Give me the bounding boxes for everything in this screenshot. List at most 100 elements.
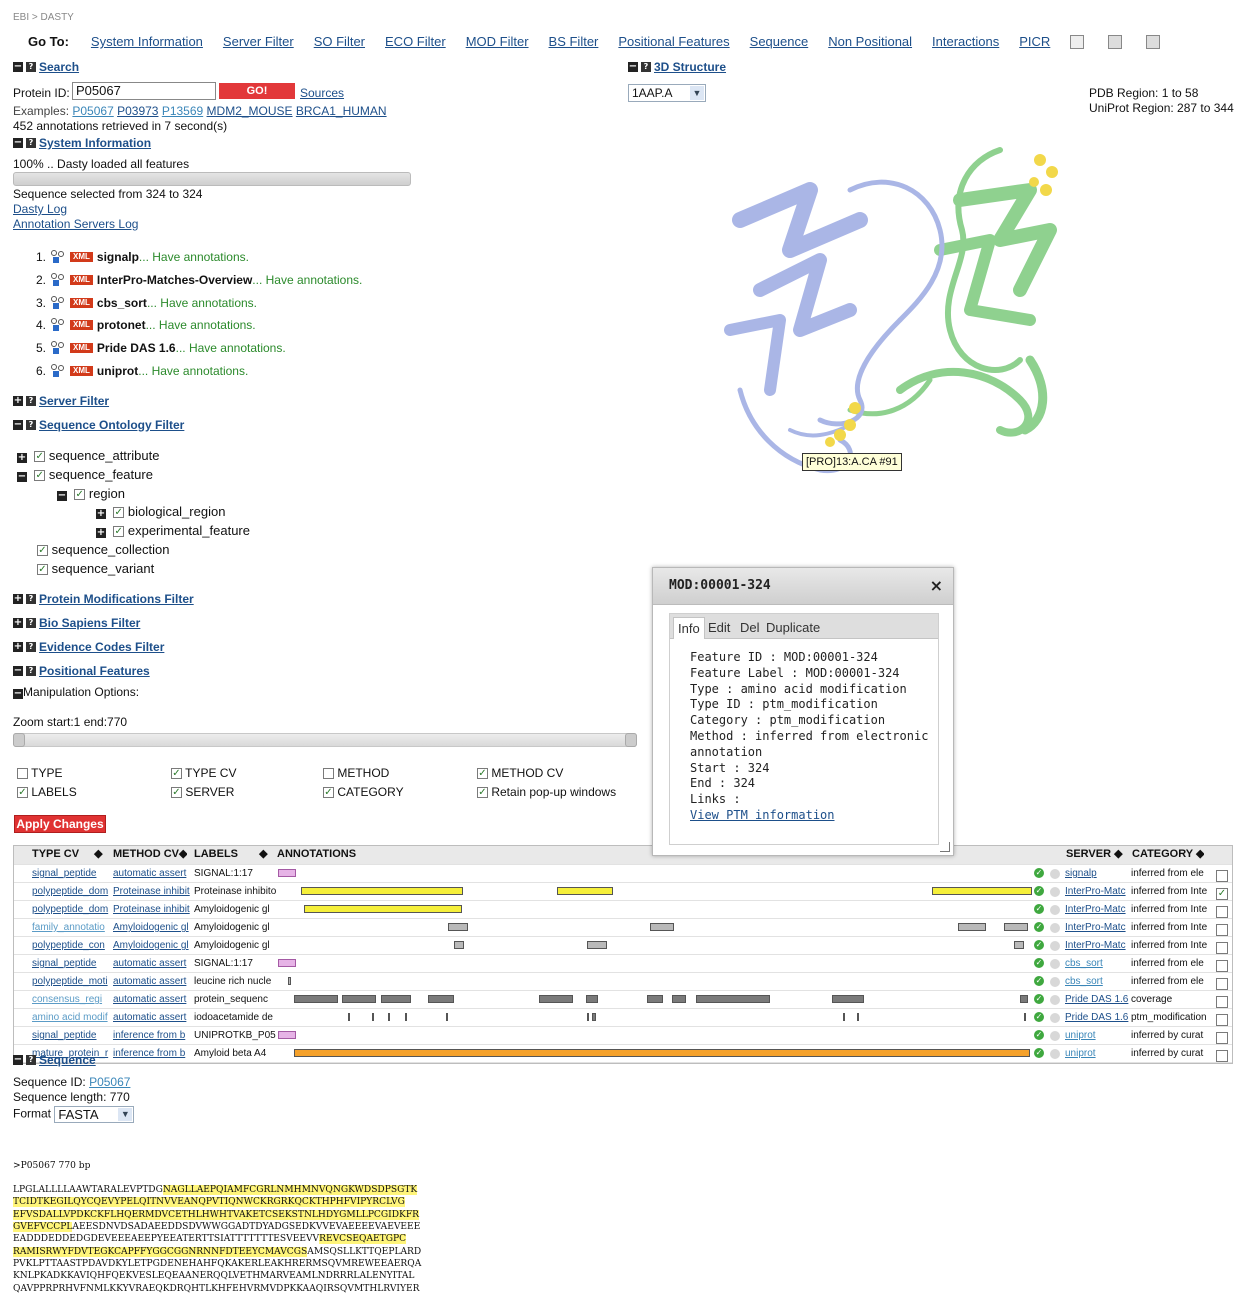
server-cell[interactable]: cbs_sort	[1065, 973, 1129, 990]
option-type[interactable]: TYPE	[17, 766, 62, 780]
info-icon[interactable]	[1050, 1048, 1060, 1059]
nav-positional-features[interactable]: Positional Features	[618, 34, 729, 49]
feature-bar[interactable]	[696, 995, 770, 1003]
feature-bar[interactable]	[381, 995, 411, 1003]
collapse-icon[interactable]: −	[13, 138, 23, 148]
check-icon[interactable]: ✓	[1034, 1048, 1044, 1059]
tab-info[interactable]: Info	[673, 617, 705, 639]
collapse-icon[interactable]: −	[13, 62, 23, 72]
source-item[interactable]: 6. XML uniprot... Have annotations.	[36, 364, 248, 378]
method-cv-cell[interactable]: inference from b	[113, 1027, 193, 1044]
check-icon[interactable]: ✓	[1034, 886, 1044, 897]
so-tree-item[interactable]: − ✓ region	[57, 486, 125, 501]
type-cv-cell[interactable]: signal_peptide	[32, 1027, 112, 1044]
chevron-down-icon[interactable]: ▼	[690, 86, 704, 100]
feature-bar[interactable]	[342, 995, 376, 1003]
check-icon[interactable]: ✓	[1034, 922, 1044, 933]
expand-icon[interactable]: +	[13, 642, 23, 652]
feature-bar[interactable]	[1020, 995, 1028, 1003]
collapse-icon[interactable]: −	[57, 491, 67, 501]
biosapiens-filter-title[interactable]: Bio Sapiens Filter	[39, 616, 140, 630]
server-cell[interactable]: Pride DAS 1.6	[1065, 991, 1129, 1008]
tab-duplicate[interactable]: Duplicate	[766, 617, 820, 638]
close-icon[interactable]: ×	[930, 568, 943, 604]
feature-bar[interactable]	[278, 959, 296, 967]
xml-badge[interactable]: XML	[70, 366, 93, 376]
option-server[interactable]: ✓ SERVER	[171, 785, 234, 799]
so-tree-item[interactable]: + ✓ experimental_feature	[96, 523, 250, 538]
checkbox[interactable]: ✓	[477, 768, 488, 780]
window-icon[interactable]	[1108, 34, 1123, 49]
server-cell[interactable]: Pride DAS 1.6	[1065, 1009, 1129, 1026]
xml-badge[interactable]: XML	[70, 343, 93, 353]
checkbox[interactable]: ✓	[477, 787, 488, 799]
feature-bar[interactable]	[405, 1013, 407, 1021]
checkbox[interactable]: ✓	[37, 545, 48, 557]
feature-bar[interactable]	[454, 941, 464, 949]
row-checkbox[interactable]	[1216, 1048, 1228, 1065]
header-annotations[interactable]: ANNOTATIONS	[277, 846, 356, 863]
network-icon[interactable]	[50, 273, 66, 287]
source-item[interactable]: 4. XML protonet... Have annotations.	[36, 318, 256, 332]
feature-bar[interactable]	[348, 1013, 350, 1021]
xml-badge[interactable]: XML	[70, 320, 93, 330]
info-icon[interactable]	[1050, 868, 1060, 879]
evidence-filter-title[interactable]: Evidence Codes Filter	[39, 640, 164, 654]
popup-header[interactable]: MOD:00001-324 ×	[653, 568, 953, 605]
collapse-icon[interactable]: −	[13, 689, 23, 699]
type-cv-cell[interactable]: polypeptide_dom	[32, 901, 112, 918]
feature-bar[interactable]	[1024, 1013, 1026, 1021]
method-cv-cell[interactable]: Proteinase inhibit	[113, 883, 193, 900]
checkbox[interactable]: ✓	[17, 787, 28, 799]
help-icon[interactable]: ?	[26, 594, 36, 604]
check-icon[interactable]: ✓	[1034, 868, 1044, 879]
network-icon[interactable]	[50, 364, 66, 378]
check-icon[interactable]: ✓	[1034, 904, 1044, 915]
feature-bar[interactable]	[592, 1013, 596, 1021]
view-ptm-link[interactable]: View PTM information	[690, 808, 835, 822]
feature-bar[interactable]	[587, 941, 607, 949]
checkbox[interactable]: ✓	[113, 526, 125, 538]
collapse-icon[interactable]: −	[13, 666, 23, 676]
feature-bar[interactable]	[448, 923, 468, 931]
server-cell[interactable]: InterPro-Matc	[1065, 937, 1129, 954]
nav-mod-filter[interactable]: MOD Filter	[466, 34, 529, 49]
nav-system-information[interactable]: System Information	[91, 34, 203, 49]
method-cv-cell[interactable]: automatic assert	[113, 865, 193, 882]
type-cv-cell[interactable]: polypeptide_moti	[32, 973, 112, 990]
server-cell[interactable]: InterPro-Matc	[1065, 901, 1129, 918]
collapse-icon[interactable]: −	[628, 62, 638, 72]
header-method-cv[interactable]: METHOD CV◆	[113, 846, 187, 863]
protein-structure-view[interactable]	[700, 130, 1080, 490]
checkbox[interactable]: ✓	[171, 768, 182, 780]
server-cell[interactable]: cbs_sort	[1065, 955, 1129, 972]
chevron-down-icon[interactable]: ▼	[118, 1108, 133, 1121]
nav-picr[interactable]: PICR	[1019, 34, 1050, 49]
feature-bar[interactable]	[278, 869, 296, 877]
feature-bar[interactable]	[650, 923, 674, 931]
checkbox[interactable]: ✓	[37, 564, 48, 576]
nav-sequence[interactable]: Sequence	[750, 34, 809, 49]
feature-bar[interactable]	[372, 1013, 374, 1021]
network-icon[interactable]	[50, 250, 66, 264]
sequence-title[interactable]: Sequence	[39, 1053, 96, 1067]
check-icon[interactable]: ✓	[1034, 994, 1044, 1005]
server-cell[interactable]: signalp	[1065, 865, 1129, 882]
method-cv-cell[interactable]: inference from b	[113, 1045, 193, 1062]
feature-bar[interactable]	[278, 1031, 296, 1039]
nav-interactions[interactable]: Interactions	[932, 34, 999, 49]
help-icon[interactable]: ?	[26, 62, 36, 72]
nav-non-positional[interactable]: Non Positional	[828, 34, 912, 49]
method-cv-cell[interactable]: Amyloidogenic gl	[113, 919, 193, 936]
sources-link[interactable]: Sources	[300, 86, 344, 100]
option-retain-popups[interactable]: ✓ Retain pop-up windows	[477, 785, 616, 799]
so-tree-item[interactable]: ✓ sequence_collection	[37, 542, 169, 557]
checkbox[interactable]: ✓	[34, 470, 46, 482]
example-link[interactable]: P13569	[162, 104, 203, 118]
expand-icon[interactable]: +	[96, 509, 106, 519]
help-icon[interactable]: ?	[26, 1055, 36, 1065]
apply-changes-button[interactable]: Apply Changes	[14, 815, 106, 833]
go-button[interactable]: GO!	[219, 83, 295, 99]
network-icon[interactable]	[50, 296, 66, 310]
expand-icon[interactable]: +	[13, 396, 23, 406]
